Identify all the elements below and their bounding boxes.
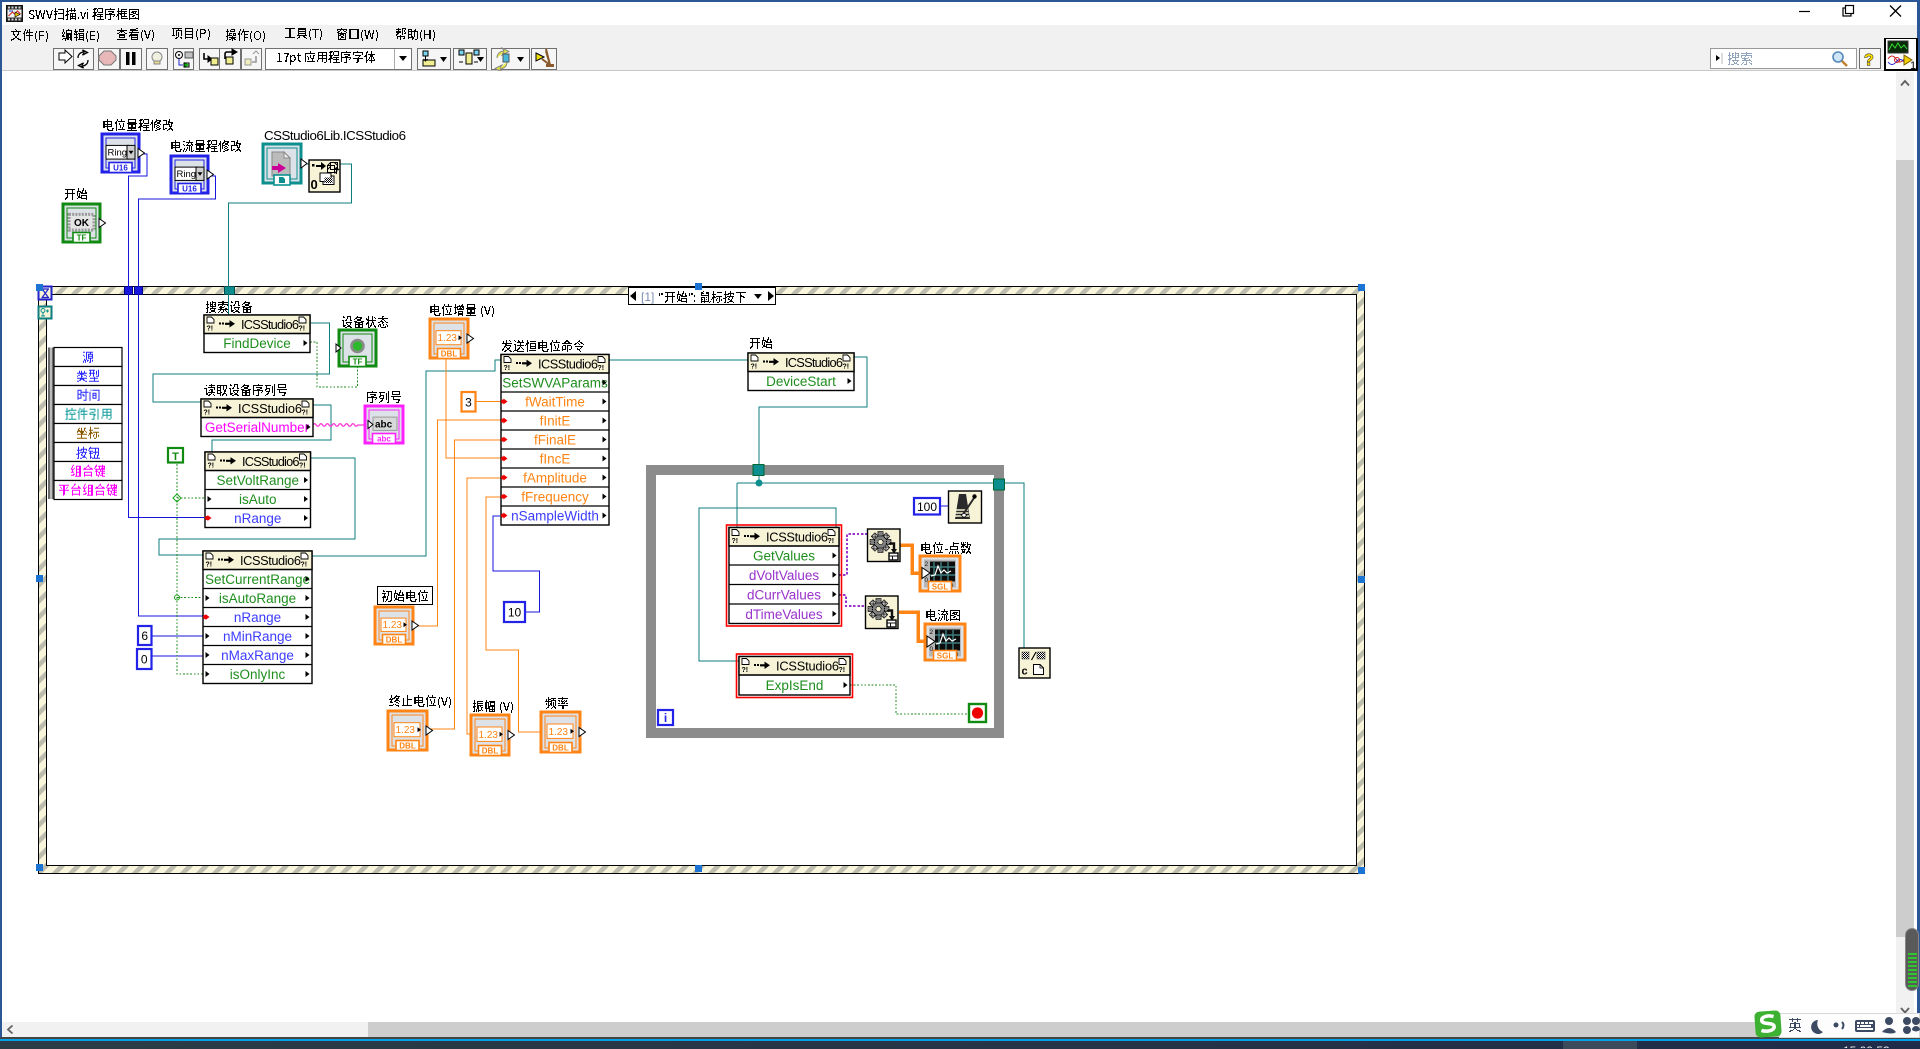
svg-text:?!: ?! — [843, 364, 850, 371]
svg-text:[1]: [1] — [641, 290, 654, 304]
svg-text:6: 6 — [141, 629, 148, 643]
svg-text:?!: ?! — [828, 538, 835, 545]
svg-text:fWaitTime: fWaitTime — [525, 395, 585, 410]
svg-text:?!: ?! — [208, 463, 215, 470]
svg-text:2: 2 — [930, 629, 934, 636]
svg-text:ICSStudio6: ICSStudio6 — [241, 317, 299, 332]
svg-text:isAutoRange: isAutoRange — [219, 591, 296, 606]
svg-text:abc: abc — [377, 435, 391, 444]
svg-text:ICSStudio6: ICSStudio6 — [240, 553, 301, 568]
svg-text:fFinalE: fFinalE — [534, 433, 576, 448]
svg-text:?!: ?! — [206, 562, 213, 569]
svg-text:?!: ?! — [302, 410, 309, 417]
svg-text:TF: TF — [77, 234, 87, 243]
svg-text:ICSStudio6: ICSStudio6 — [785, 355, 843, 370]
svg-text:1.23: 1.23 — [396, 725, 416, 736]
svg-text:U16: U16 — [113, 164, 128, 173]
svg-text:DBL: DBL — [386, 636, 403, 645]
svg-text:fInitE: fInitE — [540, 414, 571, 429]
svg-text:fAmplitude: fAmplitude — [523, 471, 587, 486]
svg-text:FindDevice: FindDevice — [223, 336, 291, 351]
svg-text:nRange: nRange — [234, 511, 281, 526]
svg-text:SetSWVAParams: SetSWVAParams — [502, 376, 608, 391]
svg-text:i: i — [664, 711, 667, 725]
svg-text:?: ? — [1864, 52, 1874, 69]
svg-text:isAuto: isAuto — [239, 492, 277, 507]
svg-text:abc: abc — [375, 419, 393, 430]
svg-text:CSStudio6Lib.ICSStudio6: CSStudio6Lib.ICSStudio6 — [264, 128, 406, 143]
svg-text:nMaxRange: nMaxRange — [221, 648, 294, 663]
svg-text:2: 2 — [925, 561, 929, 568]
svg-text:10: 10 — [508, 606, 522, 620]
svg-text:?!: ?! — [207, 326, 214, 333]
svg-text:?!: ?! — [301, 562, 308, 569]
svg-text:GetValues: GetValues — [753, 549, 815, 564]
svg-text:100: 100 — [917, 500, 937, 514]
svg-text:SetVoltRange: SetVoltRange — [216, 473, 299, 488]
svg-text:TF: TF — [353, 358, 363, 367]
svg-text:isOnlyInc: isOnlyInc — [230, 667, 286, 682]
svg-text:?!: ?! — [299, 463, 306, 470]
svg-text:OK: OK — [74, 218, 90, 229]
svg-text:?!: ?! — [204, 410, 211, 417]
svg-text:?!: ?! — [751, 364, 758, 371]
svg-text:c: c — [1022, 666, 1028, 678]
svg-text:1.23: 1.23 — [383, 620, 403, 631]
svg-text:Ring: Ring — [108, 148, 128, 159]
svg-text:dCurrValues: dCurrValues — [747, 587, 821, 602]
svg-text:3: 3 — [465, 395, 472, 409]
svg-text:ICSStudio6: ICSStudio6 — [766, 529, 828, 544]
svg-text:1.23: 1.23 — [549, 727, 569, 738]
svg-text:?!: ?! — [299, 326, 306, 333]
svg-text:ICSStudio6: ICSStudio6 — [776, 658, 839, 673]
svg-text:ICSStudio6: ICSStudio6 — [238, 401, 302, 416]
svg-text:SetCurrentRange: SetCurrentRange — [205, 572, 310, 587]
svg-text:ExpIsEnd: ExpIsEnd — [766, 678, 824, 693]
svg-text:nMinRange: nMinRange — [223, 629, 292, 644]
svg-text:SGL: SGL — [937, 652, 954, 661]
svg-text:1.23: 1.23 — [438, 333, 458, 344]
svg-text:fIncE: fIncE — [540, 452, 571, 467]
svg-text:dTimeValues: dTimeValues — [745, 607, 823, 622]
svg-text:0: 0 — [141, 653, 148, 667]
svg-text:DeviceStart: DeviceStart — [766, 374, 836, 389]
svg-text:DBL: DBL — [482, 747, 499, 756]
svg-text:Ring: Ring — [177, 169, 197, 180]
svg-text:GetSerialNumber: GetSerialNumber — [205, 420, 310, 435]
svg-text:nSampleWidth: nSampleWidth — [511, 509, 599, 524]
svg-text:?!: ?! — [598, 365, 605, 372]
svg-text:?!: ?! — [732, 538, 739, 545]
svg-text:?!: ?! — [504, 365, 511, 372]
svg-text:ICSStudio6: ICSStudio6 — [538, 356, 598, 371]
svg-text:SGL: SGL — [932, 583, 949, 592]
svg-text:?!: ?! — [742, 667, 749, 674]
svg-text:nRange: nRange — [234, 610, 281, 625]
svg-text:1.23: 1.23 — [479, 730, 499, 741]
svg-text:?!: ?! — [839, 667, 846, 674]
svg-text:DBL: DBL — [552, 744, 569, 753]
svg-text:T: T — [172, 451, 179, 463]
svg-text:0: 0 — [311, 177, 318, 192]
svg-text:dVoltValues: dVoltValues — [749, 568, 820, 583]
svg-text:DBL: DBL — [399, 742, 416, 751]
svg-text:1: 1 — [1910, 60, 1916, 71]
svg-text:fFrequency: fFrequency — [521, 490, 589, 505]
svg-text:DBL: DBL — [441, 350, 458, 359]
svg-text:U16: U16 — [182, 185, 197, 194]
svg-text:ICSStudio6: ICSStudio6 — [242, 454, 300, 469]
